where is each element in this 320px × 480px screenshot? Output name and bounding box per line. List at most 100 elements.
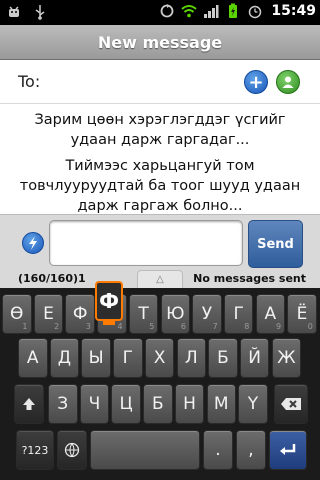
key-label: Д	[57, 348, 72, 368]
key-row3-0[interactable]: З	[48, 384, 78, 424]
key-row2-8[interactable]: Ж	[271, 338, 302, 378]
key-row2-1[interactable]: Д	[49, 338, 80, 378]
language-key[interactable]	[57, 430, 87, 470]
key-row2-0[interactable]: А	[18, 338, 48, 378]
key-label: Ю	[166, 304, 185, 324]
battery-icon	[229, 3, 238, 18]
key-label: .	[215, 440, 221, 460]
status-left	[6, 4, 48, 20]
status-bar: 15:49	[0, 0, 320, 25]
enter-key[interactable]	[269, 430, 307, 470]
key-hint: 5	[149, 322, 155, 331]
counter-row: (160/160)1 △ No messages sent	[0, 270, 320, 288]
key-hint: 2	[54, 322, 60, 331]
key-label: Ж	[277, 348, 296, 368]
key-row2-2[interactable]: Ы	[81, 338, 111, 378]
key-label: А	[26, 348, 39, 368]
key-label: Ү	[247, 394, 259, 414]
period-key[interactable]: .	[203, 430, 233, 470]
key-hint: 6	[180, 322, 186, 331]
keyboard: Ө1Е2Ф3Р4Т5Ю6У7Г8А9Ё0АДЫГХЛБЙЖЗЧЦБНМҮ?123…	[0, 288, 320, 480]
compose-input[interactable]	[49, 220, 243, 266]
keyboard-collapse-tab[interactable]: △	[137, 270, 183, 288]
key-row3-6[interactable]: Ү	[238, 384, 268, 424]
send-status: No messages sent	[193, 272, 306, 285]
key-label: У	[201, 304, 213, 324]
key-row3-1[interactable]: Ч	[79, 384, 110, 424]
key-label: Г	[233, 304, 244, 324]
recipient-input[interactable]	[48, 68, 236, 96]
key-hint: 8	[244, 322, 250, 331]
person-icon	[282, 76, 294, 88]
key-row1-6[interactable]: У7	[192, 294, 222, 334]
key-hint: 0	[307, 322, 313, 331]
key-label: Н	[183, 394, 196, 414]
plus-icon: +	[248, 71, 264, 93]
key-row1-0[interactable]: Ө1	[2, 294, 32, 334]
key-row2-5[interactable]: Л	[176, 338, 206, 378]
alarm-icon	[249, 5, 262, 19]
key-row3-2[interactable]: Ц	[111, 384, 141, 424]
key-label: Б	[217, 348, 229, 368]
key-hint: 3	[85, 322, 91, 331]
char-counter: (160/160)1	[18, 272, 86, 285]
key-label: Ө	[10, 304, 24, 324]
comma-key[interactable]: ,	[236, 430, 266, 470]
key-label: А	[264, 304, 277, 324]
key-label: М	[213, 394, 229, 414]
usb-icon	[35, 5, 45, 20]
key-row2-6[interactable]: Б	[208, 338, 238, 378]
shift-icon	[23, 398, 35, 410]
key-label: Х	[153, 348, 166, 368]
key-label: Ч	[88, 394, 101, 414]
wifi-icon	[181, 5, 198, 18]
contacts-button[interactable]	[276, 70, 300, 94]
chevron-up-icon: △	[156, 274, 164, 285]
compose-row: Send	[0, 214, 320, 270]
key-label: Ё	[296, 304, 308, 324]
space-key[interactable]	[90, 430, 200, 470]
key-row2-4[interactable]: Х	[144, 338, 175, 378]
message-paragraph-1: Зарим цөөн хэрэглэгддэг үсгийг удаан дар…	[34, 112, 286, 148]
key-preview-popup: Ф	[95, 281, 123, 325]
key-label: Л	[184, 348, 198, 368]
key-hint: 1	[22, 322, 28, 331]
key-label: Ы	[88, 348, 104, 368]
key-row1-5[interactable]: Ю6	[160, 294, 190, 334]
send-button[interactable]: Send	[248, 220, 303, 268]
key-hint: 7	[212, 322, 218, 331]
recipient-row: To: +	[0, 60, 320, 104]
lightning-icon[interactable]	[22, 232, 44, 254]
backspace-key[interactable]	[274, 384, 308, 424]
page-title: New message	[97, 32, 223, 52]
key-label: Г	[122, 348, 134, 368]
key-row2-3[interactable]: Г	[113, 338, 143, 378]
key-hint: 4	[117, 322, 123, 331]
key-row1-8[interactable]: А9	[255, 294, 286, 334]
key-row1-2[interactable]: Ф3	[65, 294, 95, 334]
key-row1-1[interactable]: Е2	[33, 294, 64, 334]
key-label: Ф	[72, 304, 88, 324]
signal-icon	[204, 5, 219, 18]
key-label: Ц	[119, 394, 133, 414]
key-hint: 9	[276, 322, 282, 331]
key-row2-7[interactable]: Й	[239, 338, 270, 378]
key-row3-3[interactable]: Б	[143, 384, 173, 424]
message-body: Зарим цөөн хэрэглэгддэг үсгийг удаан дар…	[0, 104, 320, 214]
shift-key[interactable]	[14, 384, 44, 424]
status-right: 15:49	[159, 3, 316, 19]
key-row3-5[interactable]: М	[206, 384, 236, 424]
key-row1-9[interactable]: Ё0	[287, 294, 317, 334]
symbols-key[interactable]: ?123	[16, 430, 54, 470]
add-recipient-button[interactable]: +	[244, 70, 268, 94]
key-row1-7[interactable]: Г8	[223, 294, 254, 334]
key-row1-4[interactable]: Т5	[128, 294, 159, 334]
key-label: З	[57, 394, 69, 414]
title-bar: New message	[0, 25, 320, 60]
key-row3-4[interactable]: Н	[174, 384, 205, 424]
key-label: ?123	[21, 443, 49, 457]
to-label: To:	[18, 72, 41, 91]
sync-icon	[161, 4, 174, 18]
key-label: Т	[138, 304, 149, 324]
globe-icon	[64, 442, 80, 458]
